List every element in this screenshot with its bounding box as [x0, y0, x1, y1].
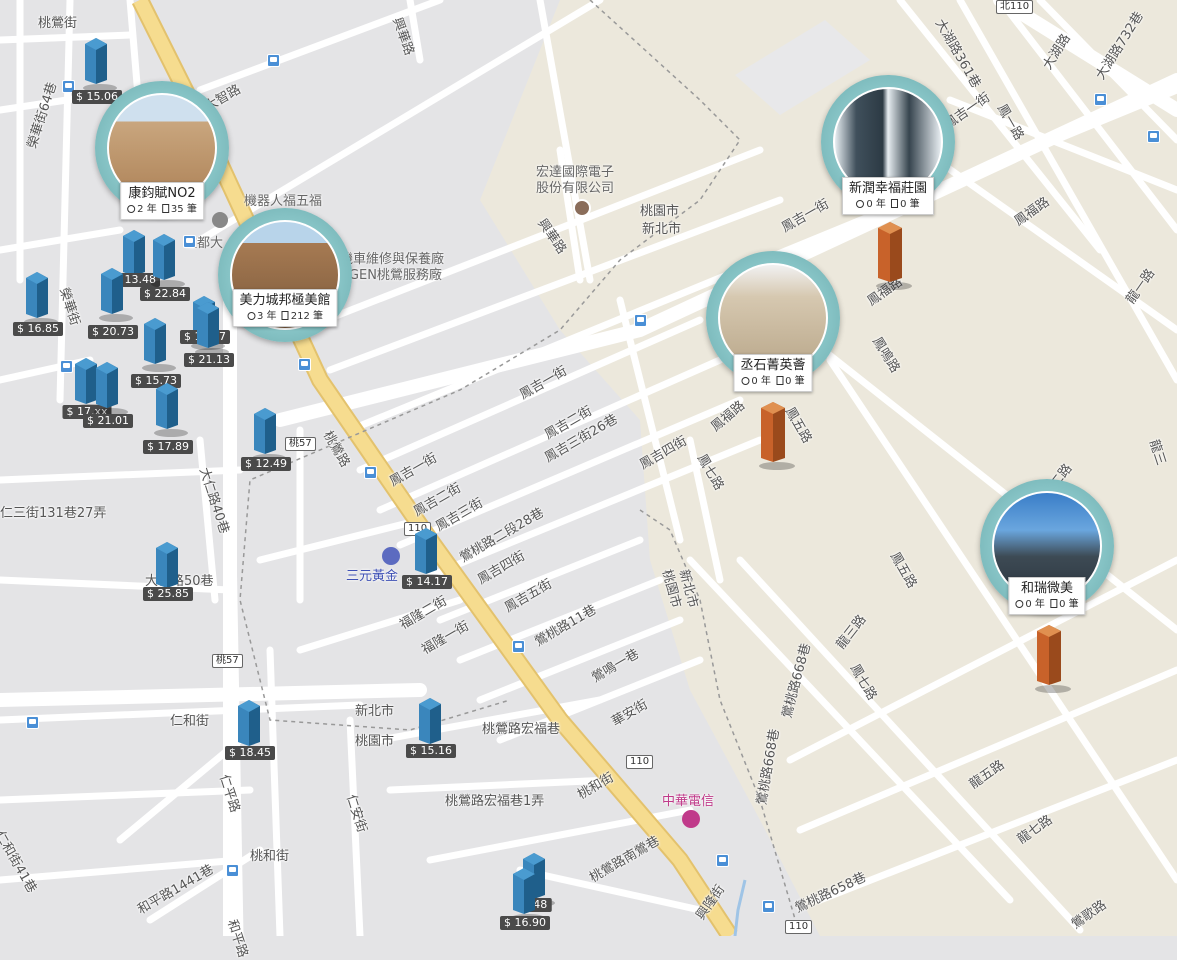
bus-stop-icon[interactable] — [1094, 93, 1107, 106]
project-years: 2 年 — [137, 204, 157, 215]
poi-label[interactable]: XGEN桃鶯服務廠 — [340, 268, 442, 284]
listing-price-label[interactable]: $ 14.17 — [402, 575, 452, 589]
clock-icon — [1015, 600, 1024, 608]
project-years: 3 年 — [256, 311, 277, 322]
project-count: 35 筆 — [170, 204, 197, 215]
htc-poi-icon[interactable] — [573, 199, 591, 217]
bus-stop-icon[interactable] — [226, 864, 239, 877]
document-icon — [1050, 599, 1058, 608]
listing-price-label[interactable]: $ 16.90 — [500, 916, 550, 930]
listing-price-label[interactable]: $ 25.85 — [143, 587, 193, 601]
shopping-bag-icon[interactable] — [682, 810, 700, 828]
listing-tower-icon[interactable] — [142, 318, 178, 378]
document-icon — [161, 204, 169, 213]
listing-tower-icon[interactable] — [154, 383, 190, 443]
listing-price-label[interactable]: $ 12.49 — [241, 457, 291, 471]
bus-stop-icon[interactable] — [364, 466, 377, 479]
poi-label[interactable]: 宏達國際電子 股份有限公司 — [536, 165, 614, 197]
listing-price-label[interactable]: $ 18.45 — [225, 746, 275, 760]
listing-tower-icon[interactable] — [83, 38, 119, 98]
bus-stop-icon[interactable] — [267, 54, 280, 67]
presale-tower-icon[interactable] — [876, 222, 914, 296]
route-shield: 110 — [785, 920, 813, 934]
bus-stop-icon[interactable] — [26, 716, 39, 729]
document-icon — [776, 376, 784, 385]
project-count: 0 筆 — [900, 199, 920, 210]
listing-tower-icon[interactable] — [94, 362, 130, 422]
presale-tower-icon[interactable] — [759, 402, 797, 476]
project-card[interactable]: 新潤幸福莊園 0 年 0 筆 — [841, 177, 935, 215]
listing-price-label[interactable]: $ 16.85 — [13, 322, 63, 336]
hotel-bed-icon[interactable] — [212, 212, 228, 228]
project-name[interactable]: 新潤幸福莊園 — [849, 180, 927, 198]
poi-label[interactable]: 三元黃金 — [346, 569, 398, 585]
bus-stop-icon[interactable] — [1147, 130, 1160, 143]
project-years: 0 年 — [751, 376, 771, 387]
bus-stop-icon[interactable] — [634, 314, 647, 327]
project-name[interactable]: 丞石菁英薈 — [740, 357, 805, 375]
listing-tower-icon[interactable] — [99, 268, 135, 328]
document-icon — [891, 199, 899, 208]
listing-price-label[interactable]: $ 22.84 — [140, 287, 190, 301]
poi-label[interactable]: 中華電信 — [662, 794, 714, 810]
listing-price-label[interactable]: $ 15.16 — [406, 744, 456, 758]
bus-stop-icon[interactable] — [512, 640, 525, 653]
clock-icon — [741, 377, 750, 385]
clock-icon — [856, 200, 865, 208]
project-name[interactable]: 美力城邦極美館 — [239, 292, 330, 310]
bus-stop-icon[interactable] — [298, 358, 311, 371]
document-icon — [281, 311, 289, 320]
shopping-cart-icon[interactable] — [382, 547, 400, 565]
bus-stop-icon[interactable] — [716, 854, 729, 867]
listing-price-label[interactable]: $ 21.01 — [83, 414, 133, 428]
bus-stop-icon[interactable] — [762, 900, 775, 913]
listing-price-label[interactable]: $ 21.13 — [184, 353, 234, 367]
route-shield: 110 — [626, 755, 654, 769]
poi-label[interactable]: 機車維修與保養廠 — [340, 252, 444, 268]
project-count: 0 筆 — [1059, 599, 1079, 610]
route-shield: 桃57 — [285, 437, 316, 451]
project-card[interactable]: 和瑞微美 0 年 0 筆 — [1008, 577, 1086, 615]
project-count: 212 筆 — [290, 311, 323, 322]
project-name[interactable]: 和瑞微美 — [1015, 580, 1078, 598]
listing-price-label[interactable]: $ 20.73 — [88, 325, 138, 339]
project-card[interactable]: 丞石菁英薈 0 年 0 筆 — [733, 354, 813, 392]
project-years: 0 年 — [866, 199, 886, 210]
route-shield: 北110 — [996, 0, 1034, 14]
listing-tower-icon[interactable] — [151, 234, 187, 294]
project-years: 0 年 — [1025, 599, 1045, 610]
clock-icon — [127, 205, 136, 213]
listing-price-label[interactable]: $ 17.89 — [143, 440, 193, 454]
project-name[interactable]: 康鈞賦NO2 — [127, 185, 197, 203]
route-shield: 桃57 — [212, 654, 243, 668]
project-card[interactable]: 美力城邦極美館 3 年 212 筆 — [232, 289, 338, 327]
presale-tower-icon[interactable] — [1035, 625, 1073, 699]
project-count: 0 筆 — [785, 376, 805, 387]
project-card[interactable]: 康鈞賦NO2 2 年 35 筆 — [120, 182, 204, 220]
clock-icon — [246, 312, 255, 320]
bus-stop-icon[interactable] — [60, 360, 73, 373]
